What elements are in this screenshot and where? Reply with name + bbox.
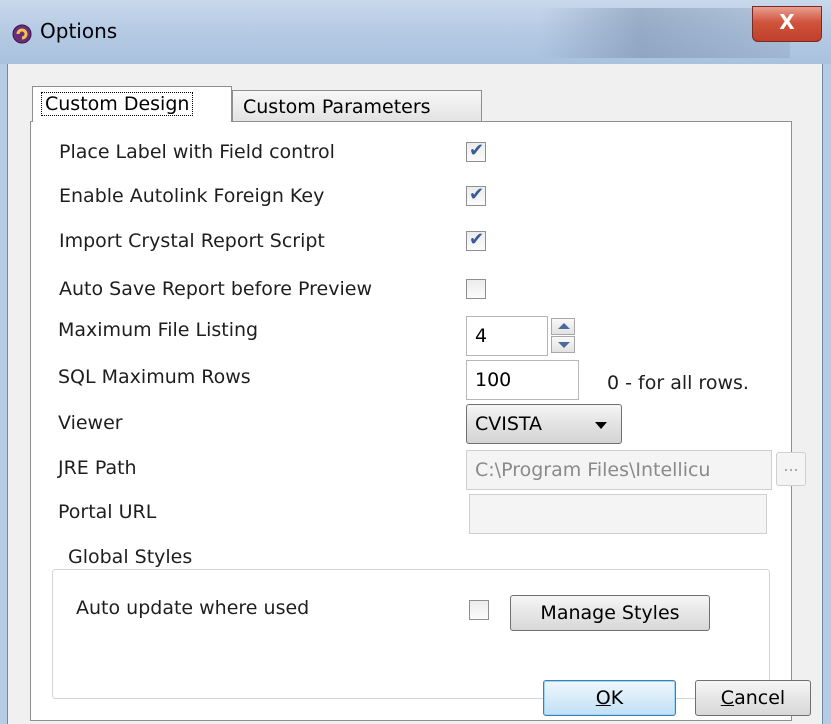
max-file-listing-spinner bbox=[551, 318, 577, 354]
max-file-listing-input[interactable]: 4 bbox=[466, 316, 548, 356]
auto-update-label: Auto update where used bbox=[76, 597, 310, 619]
arrow-down-icon bbox=[558, 342, 570, 348]
place-label-label: Place Label with Field control bbox=[59, 141, 335, 163]
arrow-up-icon bbox=[558, 323, 570, 329]
viewer-selected: CVISTA bbox=[475, 413, 543, 435]
check-icon: ✔ bbox=[469, 140, 485, 161]
tab-custom-design[interactable]: Custom Design bbox=[32, 86, 232, 122]
dialog-body: Custom Design Custom Parameters Place La… bbox=[8, 64, 822, 724]
portal-url-label: Portal URL bbox=[58, 501, 157, 523]
jre-path-label: JRE Path bbox=[58, 457, 137, 479]
spin-up-button[interactable] bbox=[551, 318, 575, 335]
auto-save-label: Auto Save Report before Preview bbox=[59, 278, 372, 300]
window-frame-left bbox=[0, 64, 8, 724]
sql-max-rows-input[interactable]: 100 bbox=[466, 360, 579, 400]
ok-mnemonic: O bbox=[595, 687, 611, 709]
window-title: Options bbox=[40, 19, 118, 43]
auto-save-checkbox[interactable] bbox=[466, 279, 486, 299]
autolink-checkbox[interactable]: ✔ bbox=[466, 184, 486, 206]
options-dialog: Options X Custom Design Custom Parameter… bbox=[0, 0, 831, 724]
crystal-script-checkbox[interactable]: ✔ bbox=[466, 229, 486, 251]
viewer-label: Viewer bbox=[58, 412, 123, 434]
window-frame-right bbox=[822, 64, 831, 724]
sql-max-rows-label: SQL Maximum Rows bbox=[58, 366, 251, 388]
auto-update-checkbox[interactable] bbox=[469, 600, 489, 620]
tab-custom-design-label: Custom Design bbox=[41, 92, 194, 116]
sql-max-rows-hint: 0 - for all rows. bbox=[607, 372, 749, 394]
tab-custom-parameters[interactable]: Custom Parameters bbox=[232, 90, 482, 122]
portal-url-input[interactable] bbox=[469, 494, 767, 534]
crystal-script-label: Import Crystal Report Script bbox=[59, 230, 325, 252]
ok-button[interactable]: OK bbox=[543, 680, 676, 716]
viewer-dropdown[interactable]: CVISTA bbox=[466, 404, 622, 444]
cancel-mnemonic: C bbox=[720, 687, 735, 709]
ok-label-rest: K bbox=[610, 687, 624, 709]
autolink-label: Enable Autolink Foreign Key bbox=[59, 185, 325, 207]
jre-path-browse-button[interactable]: ... bbox=[776, 452, 806, 486]
title-bar[interactable]: Options X bbox=[0, 0, 831, 64]
check-icon: ✔ bbox=[469, 229, 485, 250]
max-file-listing-label: Maximum File Listing bbox=[58, 319, 259, 341]
cancel-label-rest: ancel bbox=[734, 687, 786, 709]
manage-styles-button[interactable]: Manage Styles bbox=[510, 595, 710, 631]
close-button[interactable]: X bbox=[752, 6, 822, 42]
jre-path-input[interactable]: C:\Program Files\Intellicu bbox=[466, 450, 772, 490]
global-styles-legend: Global Styles bbox=[68, 546, 193, 568]
chevron-down-icon bbox=[595, 422, 607, 429]
spin-down-button[interactable] bbox=[551, 336, 575, 353]
close-icon: X bbox=[779, 10, 795, 34]
cancel-button[interactable]: Cancel bbox=[695, 680, 811, 716]
tab-custom-parameters-label: Custom Parameters bbox=[243, 96, 431, 118]
check-icon: ✔ bbox=[469, 184, 485, 205]
app-icon bbox=[12, 24, 32, 44]
place-label-checkbox[interactable]: ✔ bbox=[466, 140, 486, 162]
